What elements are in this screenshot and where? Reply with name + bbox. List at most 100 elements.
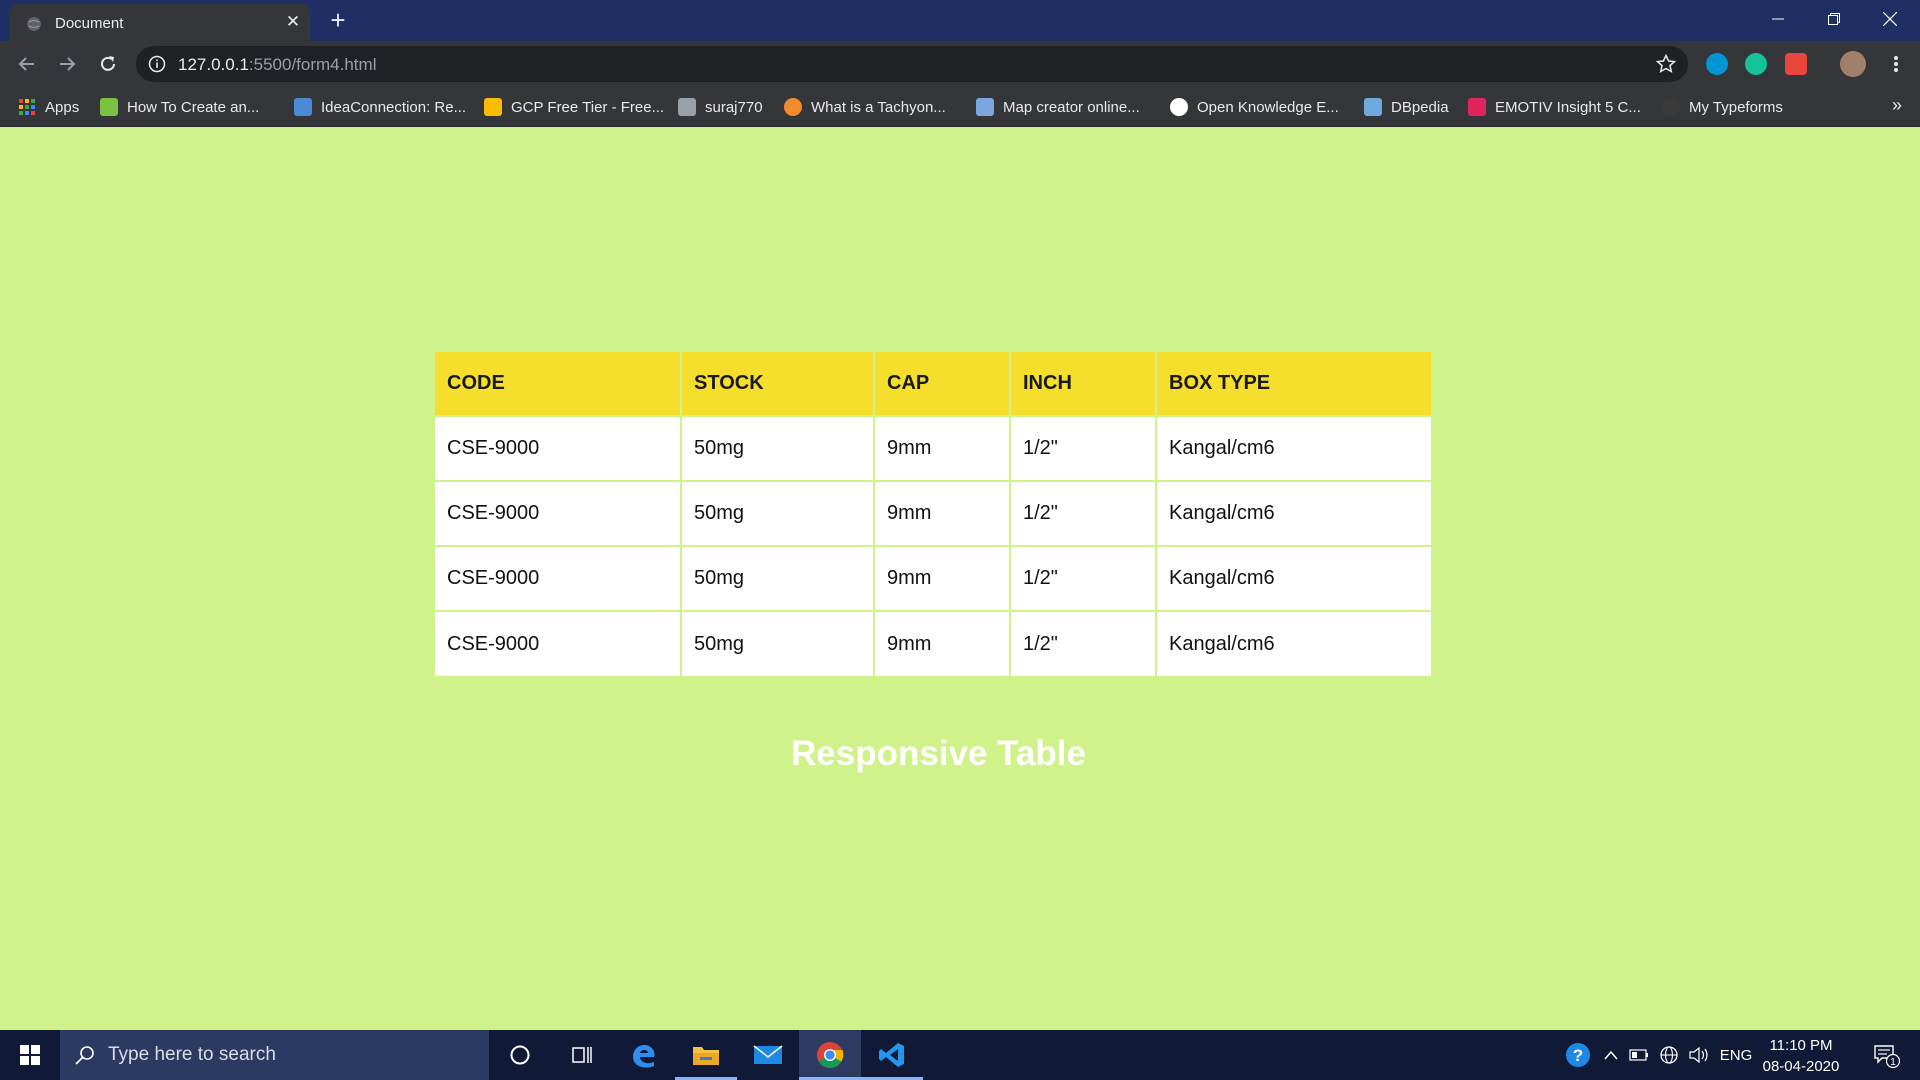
taskbar-file-explorer[interactable] [675, 1030, 737, 1080]
cell-cap: 9mm [873, 480, 1011, 547]
close-window-button[interactable] [1862, 0, 1918, 38]
close-icon [1883, 12, 1897, 26]
globe-icon [27, 17, 41, 31]
bookmark-item[interactable]: IdeaConnection: Re... [294, 95, 466, 119]
cell-cap: 9mm [873, 415, 1011, 482]
browser-toolbar: 127.0.0.1:5500/form4.html [0, 41, 1920, 87]
new-tab-button[interactable]: + [324, 6, 352, 34]
cell-stock: 50mg [680, 480, 875, 547]
site-icon [100, 98, 118, 116]
apps-grid-icon [18, 98, 36, 116]
task-view-button[interactable] [551, 1030, 613, 1080]
search-placeholder: Type here to search [108, 1044, 276, 1065]
info-icon[interactable] [148, 55, 166, 73]
volume-tray-icon[interactable] [1686, 1030, 1712, 1080]
bookmark-star-icon[interactable] [1656, 54, 1676, 74]
more-bookmarks-button[interactable]: » [1892, 95, 1902, 116]
show-hidden-icons-button[interactable] [1600, 1030, 1622, 1080]
bookmark-label: Open Knowledge E... [1197, 98, 1339, 116]
taskbar-edge[interactable] [613, 1030, 675, 1080]
bookmark-item[interactable]: What is a Tachyon... [784, 95, 946, 119]
folder-icon [693, 1047, 719, 1065]
globe-icon [1170, 98, 1188, 116]
action-center-button[interactable]: 1 [1862, 1030, 1910, 1080]
chrome-menu-button[interactable] [1882, 50, 1910, 78]
bookmark-label: GCP Free Tier - Free... [511, 98, 665, 116]
taskbar-vscode[interactable] [861, 1030, 923, 1080]
close-tab-icon[interactable]: ✕ [284, 13, 302, 31]
language-indicator[interactable]: ENG [1716, 1030, 1756, 1080]
task-view-icon [572, 1047, 592, 1063]
svg-text:?: ? [1573, 1046, 1583, 1065]
taskbar-clock[interactable]: 11:10 PM 08-04-2020 [1756, 1035, 1846, 1077]
cell-code: CSE-9000 [435, 610, 682, 676]
taskbar-chrome[interactable] [799, 1030, 861, 1080]
cell-box-type: Kangal/cm6 [1155, 480, 1431, 547]
battery-tray-icon[interactable] [1626, 1030, 1652, 1080]
column-header-stock: STOCK [680, 352, 875, 417]
notification-icon: 1 [1874, 1045, 1900, 1069]
bookmark-label: My Typeforms [1689, 98, 1783, 116]
zm-icon [976, 98, 994, 116]
grammarly-extension-icon[interactable] [1745, 53, 1767, 75]
hp-extension-icon[interactable] [1706, 53, 1728, 75]
cell-box-type: Kangal/cm6 [1155, 545, 1431, 612]
google-cloud-icon [484, 98, 502, 116]
dbpedia-icon [1364, 98, 1382, 116]
back-button[interactable] [13, 50, 41, 78]
bookmark-label: IdeaConnection: Re... [321, 98, 467, 116]
help-icon: ? [1566, 1043, 1590, 1067]
bookmark-item[interactable]: GCP Free Tier - Free... [484, 95, 664, 119]
bookmark-item[interactable]: EMOTIV Insight 5 C... [1468, 95, 1641, 119]
arrow-left-icon [18, 57, 34, 71]
bookmark-item[interactable]: My Typeforms [1662, 95, 1783, 119]
cell-stock: 50mg [680, 415, 875, 482]
clock-date: 08-04-2020 [1762, 1058, 1840, 1075]
mail-icon [753, 1045, 783, 1064]
bookmark-label: Apps [45, 98, 80, 116]
globe-icon [1660, 1046, 1678, 1064]
bookmark-label: EMOTIV Insight 5 C... [1495, 98, 1641, 116]
bookmark-item[interactable]: Open Knowledge E... [1170, 95, 1339, 119]
cell-inch: 1/2" [1009, 415, 1157, 482]
emotiv-icon [1468, 98, 1486, 116]
reload-button[interactable] [94, 50, 122, 78]
search-icon [75, 1046, 94, 1065]
table-header-row: CODE STOCK CAP INCH BOX TYPE [435, 352, 1431, 417]
tachyon-icon [784, 98, 802, 116]
url-text[interactable]: 127.0.0.1:5500/form4.html [178, 55, 376, 75]
address-bar[interactable]: 127.0.0.1:5500/form4.html [136, 46, 1688, 82]
bookmark-item[interactable]: Map creator online... [976, 95, 1140, 119]
table-row: CSE-9000 50mg 9mm 1/2" Kangal/cm6 [435, 610, 1431, 676]
cell-box-type: Kangal/cm6 [1155, 610, 1431, 676]
bookmark-label: What is a Tachyon... [811, 98, 946, 116]
bookmark-label: DBpedia [1391, 98, 1449, 116]
bookmark-item[interactable]: DBpedia [1364, 95, 1449, 119]
cell-code: CSE-9000 [435, 415, 682, 482]
clock-time: 11:10 PM [1769, 1037, 1833, 1054]
shield-extension-icon[interactable] [1785, 53, 1807, 75]
cell-inch: 1/2" [1009, 610, 1157, 676]
start-button[interactable] [0, 1030, 60, 1080]
forward-button[interactable] [53, 50, 81, 78]
bookmark-item[interactable]: How To Create an... [100, 95, 259, 119]
cortana-button[interactable] [489, 1030, 551, 1080]
table-row: CSE-9000 50mg 9mm 1/2" Kangal/cm6 [435, 415, 1431, 482]
bookmark-label: suraj770 [705, 98, 763, 116]
taskbar-mail[interactable] [737, 1030, 799, 1080]
notification-count: 1 [1890, 1057, 1896, 1068]
taskbar-search-box[interactable]: Type here to search [60, 1030, 489, 1080]
cell-cap: 9mm [873, 610, 1011, 676]
tab-document[interactable]: Document ✕ [10, 4, 310, 41]
restore-button[interactable] [1806, 0, 1862, 38]
bookmark-item[interactable]: suraj770 [678, 95, 763, 119]
network-tray-icon[interactable] [1656, 1030, 1682, 1080]
minimize-button[interactable] [1750, 0, 1806, 38]
profile-avatar[interactable] [1840, 51, 1866, 77]
cell-code: CSE-9000 [435, 545, 682, 612]
ideaconnection-icon [294, 98, 312, 116]
bookmark-item[interactable]: Apps [18, 95, 79, 119]
bookmark-label: Map creator online... [1003, 98, 1140, 116]
url-host: 127.0.0.1 [178, 55, 249, 74]
help-tray-icon[interactable]: ? [1560, 1030, 1596, 1080]
